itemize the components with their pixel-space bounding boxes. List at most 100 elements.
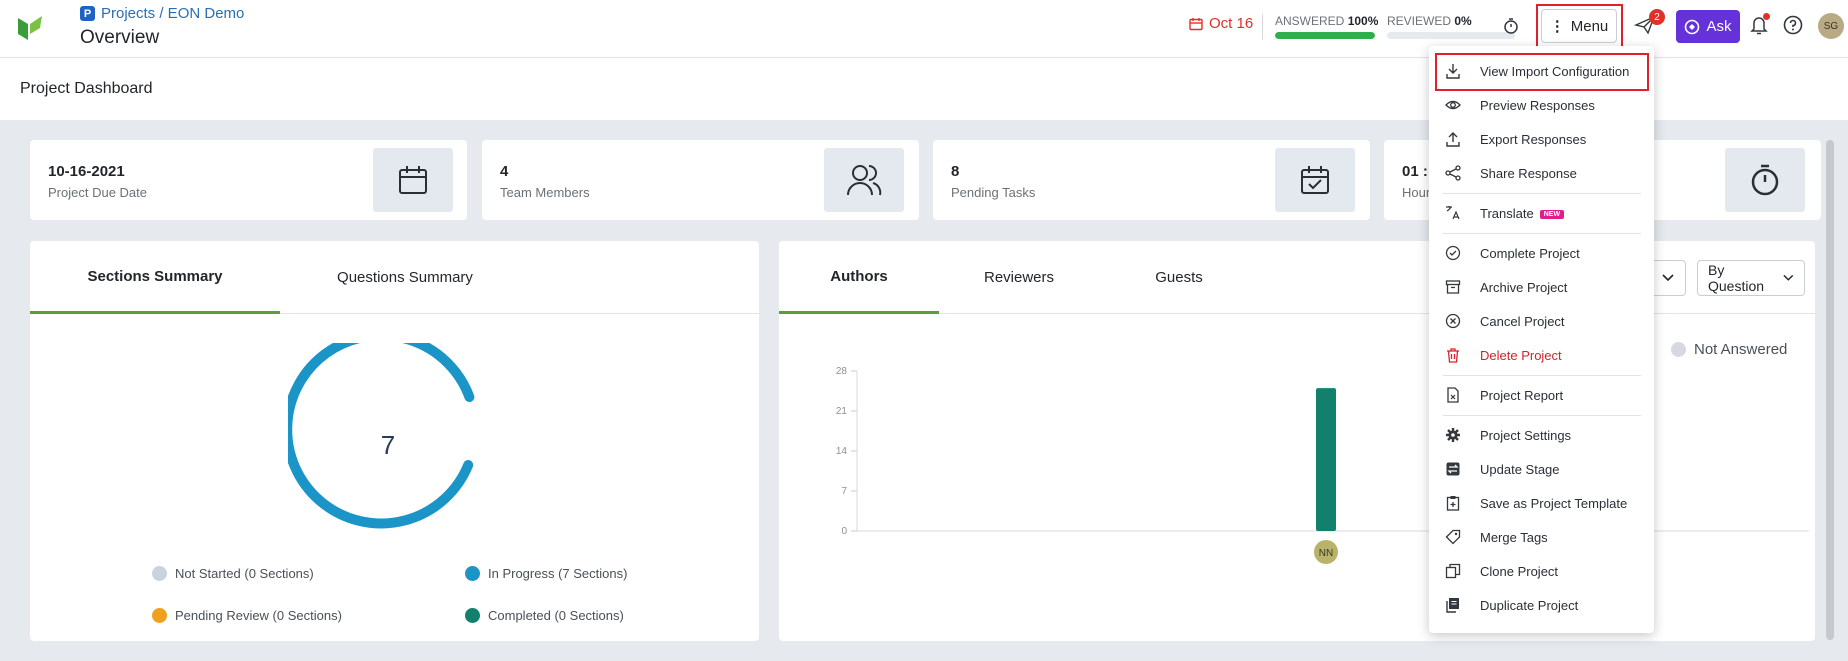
tab-authors[interactable]: Authors xyxy=(779,241,939,314)
page-title: Overview xyxy=(80,27,160,48)
menu-button-highlight xyxy=(1536,4,1623,48)
menu-item-label: Merge Tags xyxy=(1480,530,1548,545)
stat-value: 8 xyxy=(951,163,960,180)
menu-item-export-responses[interactable]: Export Responses xyxy=(1429,124,1654,154)
menu-item-delete-project[interactable]: Delete Project xyxy=(1429,340,1654,370)
legend-dot xyxy=(152,608,167,623)
menu-item-label: View Import Configuration xyxy=(1480,64,1630,79)
menu-divider xyxy=(1443,415,1641,416)
project-menu-dropdown: View Import Configuration Preview Respon… xyxy=(1429,46,1654,633)
ask-button[interactable]: Ask xyxy=(1676,10,1740,43)
ask-button-label: Ask xyxy=(1706,18,1732,35)
stat-card-due-date: 10-16-2021 Project Due Date xyxy=(30,140,467,220)
legend-label: Completed (0 Sections) xyxy=(488,608,624,623)
stat-label: Team Members xyxy=(500,185,590,200)
avatar[interactable]: SG xyxy=(1818,13,1844,39)
check-circle-icon xyxy=(1445,245,1461,261)
copy-icon xyxy=(1445,563,1461,579)
menu-item-view-import-configuration[interactable]: View Import Configuration xyxy=(1429,56,1654,86)
answered-progress: ANSWERED 100% xyxy=(1275,14,1378,39)
legend-dot xyxy=(465,608,480,623)
by-question-select[interactable]: By Question xyxy=(1697,260,1805,296)
breadcrumb[interactable]: P Projects / EON Demo xyxy=(80,5,244,22)
menu-item-label: Archive Project xyxy=(1480,280,1568,295)
menu-item-label: Complete Project xyxy=(1480,246,1580,261)
x-circle-icon xyxy=(1445,313,1461,329)
reviewed-value: 0% xyxy=(1454,14,1472,28)
menu-item-label: Project Settings xyxy=(1480,428,1572,443)
menu-item-merge-tags[interactable]: Merge Tags xyxy=(1429,522,1654,552)
tab-guests[interactable]: Guests xyxy=(1099,241,1259,314)
menu-item-update-stage[interactable]: Update Stage xyxy=(1429,454,1654,484)
authors-panel: Authors Reviewers Guests Not Answered 07… xyxy=(779,241,1815,641)
users-icon xyxy=(824,148,904,212)
chevron-down-icon xyxy=(1662,274,1674,282)
report-icon xyxy=(1447,387,1459,403)
scrollbar-thumb[interactable] xyxy=(1826,140,1834,640)
menu-item-label: Cancel Project xyxy=(1480,314,1565,329)
trash-icon xyxy=(1447,348,1459,363)
ask-icon xyxy=(1685,19,1700,34)
menu-item-label: Project Report xyxy=(1480,388,1564,403)
legend-label: In Progress (7 Sections) xyxy=(488,566,628,581)
stage-icon xyxy=(1446,462,1460,476)
menu-item-archive-project[interactable]: Archive Project xyxy=(1429,272,1654,302)
dashboard-title: Project Dashboard xyxy=(20,80,153,97)
breadcrumb-text[interactable]: Projects / EON Demo xyxy=(101,5,244,22)
chevron-down-icon xyxy=(1783,274,1794,281)
stat-card-team-members: 4 Team Members xyxy=(482,140,919,220)
stat-value: 01 : xyxy=(1402,163,1428,180)
stat-label: Pending Tasks xyxy=(951,185,1036,200)
stat-value: 4 xyxy=(500,163,509,180)
donut-in-progress-arc xyxy=(288,343,475,529)
tab-sections-summary[interactable]: Sections Summary xyxy=(30,241,280,314)
translate-label: Translate xyxy=(1480,206,1534,221)
answered-bar xyxy=(1275,32,1375,39)
x-category-label: NN xyxy=(1319,548,1333,559)
legend-dot xyxy=(465,566,480,581)
menu-item-preview-responses[interactable]: Preview Responses xyxy=(1429,90,1654,120)
template-icon xyxy=(1446,496,1460,511)
legend-pending-review: Pending Review (0 Sections) xyxy=(152,608,342,623)
app-logo-icon[interactable] xyxy=(16,14,44,42)
y-tick-label: 7 xyxy=(841,486,847,497)
archive-icon xyxy=(1445,280,1461,294)
legend-completed: Completed (0 Sections) xyxy=(465,608,624,623)
menu-item-save-as-project-template[interactable]: Save as Project Template xyxy=(1429,488,1654,518)
donut-center-value: 7 xyxy=(381,430,395,460)
menu-item-duplicate-project[interactable]: Duplicate Project xyxy=(1429,590,1654,620)
filter-select-1[interactable] xyxy=(1651,260,1686,296)
tag-icon xyxy=(1445,529,1461,545)
menu-divider xyxy=(1443,233,1641,234)
menu-item-project-settings[interactable]: Project Settings xyxy=(1429,420,1654,450)
menu-item-share-response[interactable]: Share Response xyxy=(1429,158,1654,188)
menu-item-label: Duplicate Project xyxy=(1480,598,1579,613)
translate-icon xyxy=(1446,206,1460,220)
menu-item-complete-project[interactable]: Complete Project xyxy=(1429,238,1654,268)
menu-item-clone-project[interactable]: Clone Project xyxy=(1429,556,1654,586)
sections-donut-chart: 7 xyxy=(288,343,475,529)
help-icon[interactable] xyxy=(1783,15,1803,35)
answered-bar-fill xyxy=(1275,32,1375,39)
new-badge: NEW xyxy=(1539,210,1565,220)
y-tick-label: 0 xyxy=(841,526,847,537)
calendar-check-icon xyxy=(1275,148,1355,212)
due-date: Oct 16 xyxy=(1189,15,1253,32)
menu-divider xyxy=(1443,375,1641,376)
menu-item-translate[interactable]: Translate NEW xyxy=(1429,198,1654,228)
menu-item-label: Delete Project xyxy=(1480,348,1562,363)
upload-icon xyxy=(1446,132,1460,147)
legend-dot xyxy=(152,566,167,581)
answered-label: ANSWERED xyxy=(1275,14,1345,28)
divider xyxy=(1262,14,1263,40)
tab-questions-summary[interactable]: Questions Summary xyxy=(280,241,530,314)
tab-reviewers[interactable]: Reviewers xyxy=(939,241,1099,314)
legend-label: Pending Review (0 Sections) xyxy=(175,608,342,623)
menu-item-project-report[interactable]: Project Report xyxy=(1429,380,1654,410)
stopwatch-icon xyxy=(1725,148,1805,212)
calendar-icon xyxy=(373,148,453,212)
project-icon: P xyxy=(80,6,95,21)
gear-icon xyxy=(1446,428,1460,442)
menu-item-cancel-project[interactable]: Cancel Project xyxy=(1429,306,1654,336)
stopwatch-icon[interactable] xyxy=(1502,17,1520,35)
